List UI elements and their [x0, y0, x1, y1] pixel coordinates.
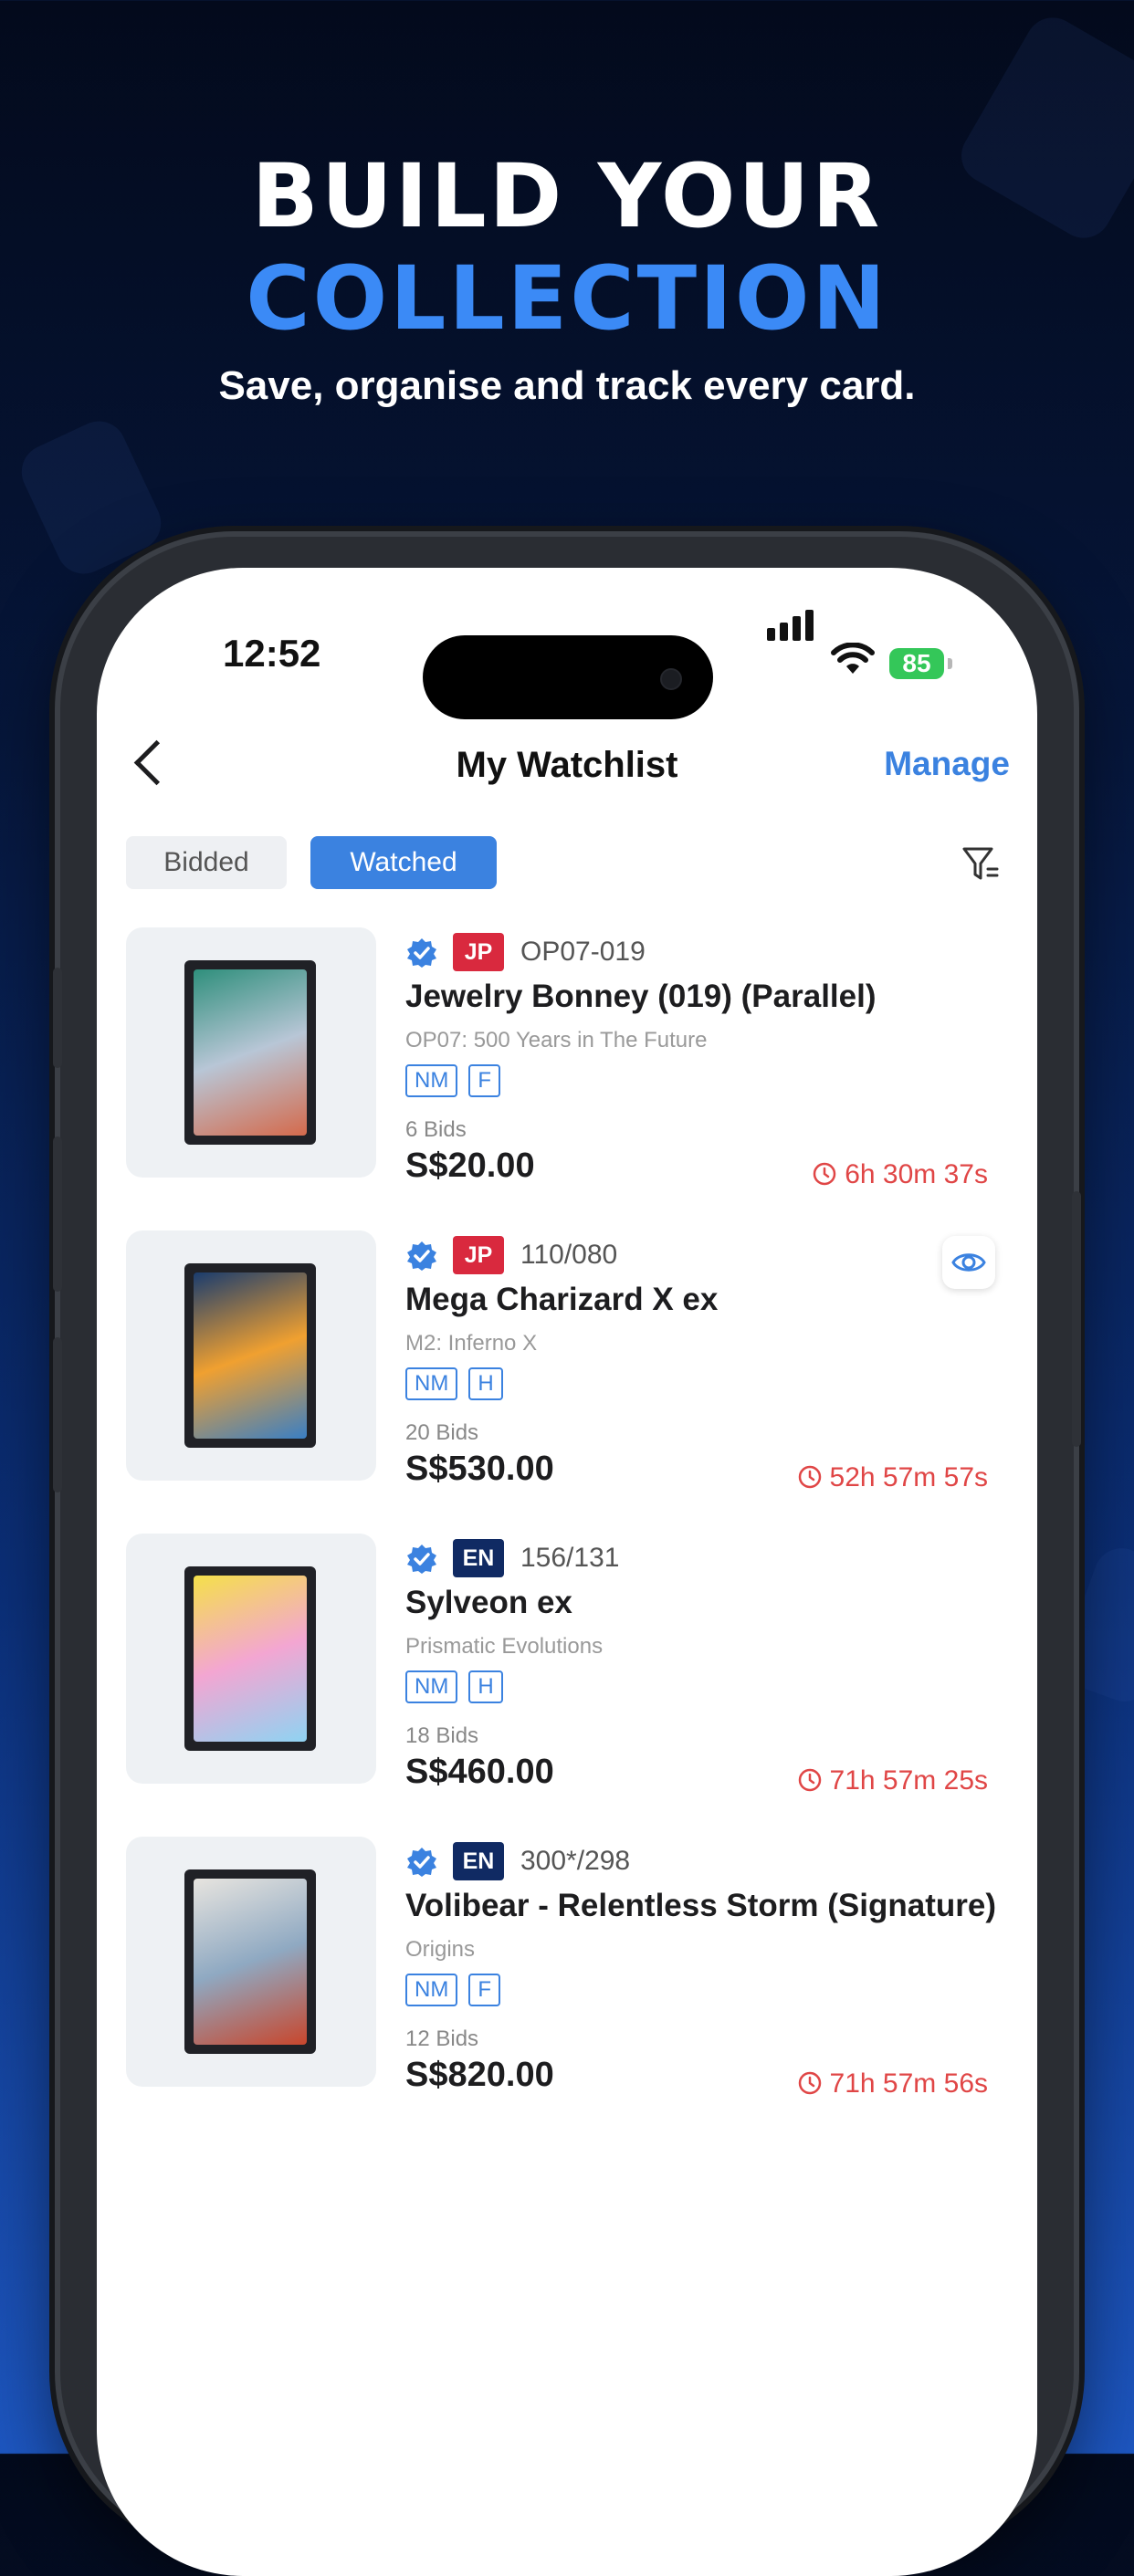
- condition-tag: NM: [405, 1974, 458, 2006]
- filter-icon[interactable]: [961, 843, 1001, 884]
- wifi-icon: [831, 643, 875, 674]
- time-left-text: 52h 57m 57s: [829, 1462, 988, 1492]
- language-badge: JP: [453, 1236, 504, 1274]
- clock-icon: [798, 1768, 821, 1792]
- phone-screen: 12:52 85 My Watchlist Manage Bidded Watc…: [97, 568, 1037, 2576]
- card-thumbnail[interactable]: [126, 1534, 376, 1784]
- verified-badge-icon: [407, 938, 436, 968]
- card-image: [184, 1263, 316, 1448]
- card-set: M2: Inferno X: [405, 1331, 538, 1356]
- card-thumbnail[interactable]: [126, 1837, 376, 2087]
- verified-badge-icon: [407, 1848, 436, 1877]
- card-thumbnail[interactable]: [126, 1230, 376, 1481]
- camera-icon: [660, 668, 682, 690]
- condition-tags: NM F: [405, 1064, 511, 1097]
- tab-bidded[interactable]: Bidded: [126, 836, 287, 889]
- condition-tag: F: [468, 1064, 500, 1097]
- condition-tag: NM: [405, 1670, 458, 1703]
- clock-icon: [798, 1465, 821, 1489]
- watchlist-item[interactable]: EN 156/131 Sylveon ex Prismatic Evolutio…: [126, 1534, 1003, 1807]
- manage-button[interactable]: Manage: [884, 745, 1010, 783]
- battery-tip: [948, 658, 952, 669]
- card-name: Mega Charizard X ex: [405, 1282, 719, 1317]
- bid-count: 18 Bids: [405, 1723, 479, 1748]
- bid-count: 6 Bids: [405, 1117, 467, 1142]
- verified-badge-icon: [407, 1545, 436, 1574]
- bid-count: 20 Bids: [405, 1420, 479, 1445]
- nav-bar: My Watchlist Manage: [97, 728, 1037, 801]
- condition-tag: NM: [405, 1367, 458, 1400]
- card-image: [184, 960, 316, 1145]
- status-bar: 12:52 85: [97, 604, 1037, 719]
- phone-power-button: [1072, 1191, 1081, 1447]
- card-name: Sylveon ex: [405, 1585, 572, 1620]
- card-thumbnail[interactable]: [126, 927, 376, 1178]
- card-code: 110/080: [520, 1240, 618, 1270]
- condition-tags: NM F: [405, 1974, 511, 2006]
- card-set: Prismatic Evolutions: [405, 1634, 604, 1659]
- card-image: [184, 1566, 316, 1751]
- card-set: Origins: [405, 1937, 476, 1962]
- card-name: Jewelry Bonney (019) (Parallel): [405, 979, 877, 1014]
- watchlist-item[interactable]: JP OP07-019 Jewelry Bonney (019) (Parall…: [126, 927, 1003, 1201]
- time-left: 71h 57m 56s: [797, 2068, 988, 2100]
- hero-title-line1: BUILD YOUR: [251, 145, 883, 247]
- watchlist-item[interactable]: JP 110/080 Mega Charizard X ex M2: Infer…: [126, 1230, 1003, 1504]
- current-price: S$460.00: [405, 1753, 554, 1791]
- condition-tag: H: [468, 1367, 503, 1400]
- card-code: 156/131: [520, 1543, 620, 1573]
- condition-tags: NM H: [405, 1367, 514, 1400]
- time-left-text: 71h 57m 56s: [829, 2068, 988, 2099]
- card-image: [184, 1869, 316, 2054]
- tab-watched[interactable]: Watched: [310, 836, 497, 889]
- time-left: 6h 30m 37s: [812, 1159, 988, 1190]
- language-badge: EN: [453, 1539, 504, 1577]
- current-price: S$530.00: [405, 1450, 554, 1488]
- watchlist-item[interactable]: EN 300*/298 Volibear - Relentless Storm …: [126, 1837, 1003, 2110]
- dynamic-island: [423, 635, 713, 719]
- time-left-text: 6h 30m 37s: [845, 1159, 988, 1189]
- hero-subtitle: Save, organise and track every card.: [218, 363, 916, 408]
- time-left: 71h 57m 25s: [797, 1765, 988, 1796]
- hero-title-line2: COLLECTION: [246, 247, 888, 350]
- status-time: 12:52: [223, 632, 321, 675]
- condition-tag: F: [468, 1974, 500, 2006]
- battery-indicator: 85: [889, 648, 944, 679]
- current-price: S$20.00: [405, 1147, 535, 1185]
- card-code: OP07-019: [520, 937, 646, 967]
- current-price: S$820.00: [405, 2056, 554, 2094]
- card-code: 300*/298: [520, 1846, 631, 1876]
- phone-volume-up-button: [53, 1136, 62, 1292]
- phone-volume-down-button: [53, 1337, 62, 1492]
- verified-badge-icon: [407, 1241, 436, 1271]
- condition-tags: NM H: [405, 1670, 514, 1703]
- card-name: Volibear - Relentless Storm (Signature): [405, 1888, 996, 1923]
- watch-toggle-button[interactable]: [942, 1236, 995, 1289]
- eye-icon: [951, 1253, 986, 1272]
- clock-icon: [813, 1162, 836, 1186]
- clock-icon: [798, 2071, 821, 2095]
- card-set: OP07: 500 Years in The Future: [405, 1028, 708, 1052]
- time-left: 52h 57m 57s: [797, 1462, 988, 1493]
- phone-action-button: [53, 968, 62, 1068]
- language-badge: EN: [453, 1842, 504, 1880]
- language-badge: JP: [453, 933, 504, 971]
- bid-count: 12 Bids: [405, 2026, 479, 2051]
- condition-tag: H: [468, 1670, 503, 1703]
- background-card-shape: [12, 412, 171, 583]
- time-left-text: 71h 57m 25s: [829, 1765, 988, 1796]
- condition-tag: NM: [405, 1064, 458, 1097]
